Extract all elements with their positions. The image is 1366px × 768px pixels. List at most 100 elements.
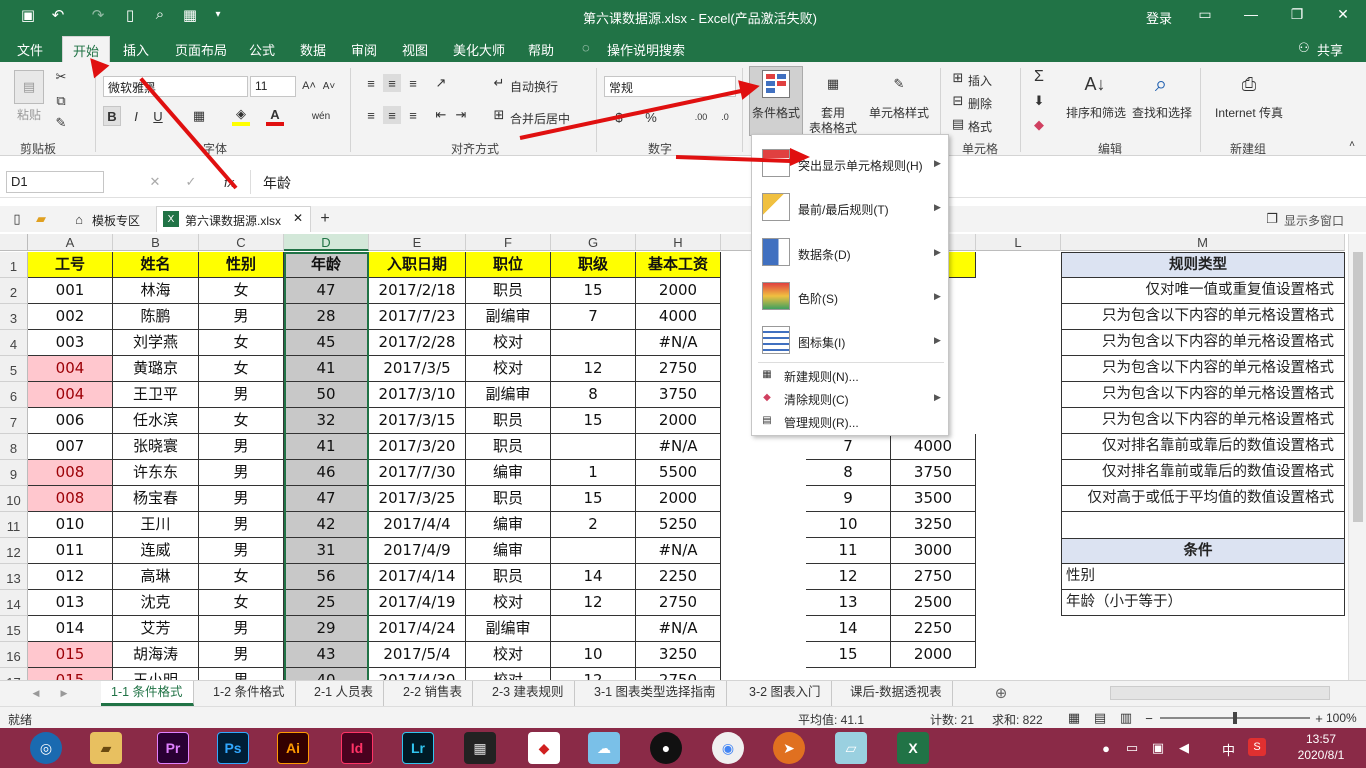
lookup-cell[interactable]: 3750 — [891, 460, 976, 486]
premiere-icon[interactable]: Pr — [157, 732, 189, 764]
table-cell[interactable]: 004 — [28, 382, 113, 408]
column-header-m[interactable]: M — [1061, 234, 1345, 251]
table-cell[interactable]: 职员 — [466, 564, 551, 590]
table-cell[interactable]: 004 — [28, 356, 113, 382]
table-cell[interactable]: 010 — [28, 512, 113, 538]
app-blue-icon[interactable]: ▱ — [835, 732, 867, 764]
table-cell[interactable]: 校对 — [466, 590, 551, 616]
table-cell[interactable]: 副编审 — [466, 304, 551, 330]
tray-display-icon[interactable]: ▣ — [1150, 740, 1166, 756]
row-header[interactable]: 6 — [0, 382, 28, 408]
decrease-indent-icon[interactable]: ⇤ — [432, 106, 450, 124]
vertical-scrollbar[interactable] — [1348, 234, 1366, 680]
menu-icon-sets[interactable]: 图标集(I) ▶ — [752, 322, 948, 360]
sheet-tab[interactable]: 1-1 条件格式 — [101, 681, 194, 706]
table-cell[interactable]: 2017/4/4 — [369, 512, 466, 538]
table-cell[interactable]: 006 — [28, 408, 113, 434]
decrease-decimal-icon[interactable]: .0 — [714, 108, 736, 126]
menu-page-layout[interactable]: 页面布局 — [175, 40, 227, 59]
rule-type-cell[interactable]: 仅对唯一值或重复值设置格式 — [1061, 278, 1345, 304]
zoom-level[interactable]: 100% — [1326, 711, 1357, 725]
table-cell[interactable]: 2017/3/20 — [369, 434, 466, 460]
lookup-cell[interactable]: 14 — [806, 616, 891, 642]
conditional-format-icon[interactable] — [762, 70, 790, 98]
find-select-button[interactable]: 查找和选择 — [1130, 104, 1194, 121]
sheet-tab[interactable]: 2-2 销售表 — [393, 681, 474, 706]
copy-icon[interactable]: ⧉ — [52, 92, 70, 110]
table-cell[interactable]: 王卫平 — [113, 382, 199, 408]
qq-icon[interactable]: ● — [650, 732, 682, 764]
rule-type-cell[interactable]: 只为包含以下内容的单元格设置格式 — [1061, 304, 1345, 330]
table-cell[interactable]: 008 — [28, 460, 113, 486]
illustrator-icon[interactable]: Ai — [277, 732, 309, 764]
vertical-scroll-thumb[interactable] — [1353, 252, 1363, 522]
paste-button[interactable]: 粘贴 — [14, 106, 44, 123]
table-cell[interactable]: 职员 — [466, 434, 551, 460]
table-cell[interactable]: 2017/3/25 — [369, 486, 466, 512]
table-cell[interactable]: 15 — [551, 278, 636, 304]
table-cell[interactable]: 013 — [28, 590, 113, 616]
row-header[interactable]: 13 — [0, 564, 28, 590]
table-cell[interactable]: 011 — [28, 538, 113, 564]
new-doc-icon[interactable]: ▯ — [8, 210, 26, 228]
tray-volume-icon[interactable]: ◀ — [1176, 740, 1192, 756]
video-editor-icon[interactable]: ▦ — [464, 732, 496, 764]
table-cell[interactable]: 15 — [551, 408, 636, 434]
condition-header[interactable]: 条件 — [1061, 538, 1345, 564]
header-cell[interactable]: 职位 — [466, 252, 551, 278]
table-cell[interactable]: 女 — [199, 564, 284, 590]
table-cell[interactable]: 沈克 — [113, 590, 199, 616]
file-explorer-icon[interactable]: ▰ — [90, 732, 122, 764]
rule-type-cell[interactable]: 只为包含以下内容的单元格设置格式 — [1061, 356, 1345, 382]
table-cell[interactable] — [551, 434, 636, 460]
table-cell[interactable]: 2750 — [636, 356, 721, 382]
format-cells-icon[interactable]: ▤ — [950, 116, 966, 132]
lookup-cell[interactable]: 2750 — [891, 564, 976, 590]
lookup-cell[interactable]: 12 — [806, 564, 891, 590]
open-folder-icon[interactable]: ▰ — [32, 210, 50, 228]
sheet-tab[interactable]: 3-2 图表入门 — [739, 681, 832, 706]
clock-date[interactable]: 2020/8/1 — [1290, 748, 1352, 762]
table-cell[interactable]: 校对 — [466, 356, 551, 382]
lookup-cell[interactable]: 3000 — [891, 538, 976, 564]
template-tab[interactable]: 模板专区 — [92, 212, 140, 229]
table-cell[interactable]: 4000 — [636, 304, 721, 330]
borders-icon[interactable]: ▦ — [190, 106, 208, 126]
print-preview-icon[interactable]: ⌕ — [150, 6, 170, 23]
format-as-table-icon[interactable]: ▦ — [818, 70, 848, 98]
table-cell[interactable]: 28 — [284, 304, 369, 330]
table-cell[interactable]: 2017/4/14 — [369, 564, 466, 590]
page-break-view-icon[interactable]: ▥ — [1118, 710, 1134, 726]
cell-styles-button[interactable]: 单元格样式 — [866, 104, 932, 121]
row-header[interactable]: 1 — [0, 252, 28, 278]
header-cell[interactable]: 基本工资 — [636, 252, 721, 278]
lightroom-icon[interactable]: Lr — [402, 732, 434, 764]
table-cell[interactable]: 3250 — [636, 642, 721, 668]
table-cell[interactable]: 8 — [551, 382, 636, 408]
increase-decimal-icon[interactable]: .00 — [690, 108, 712, 126]
menu-data-bars[interactable]: 数据条(D) ▶ — [752, 234, 948, 272]
condition-cell[interactable]: 年龄（小于等于） — [1061, 590, 1345, 616]
rule-type-cell[interactable]: 仅对高于或低于平均值的数值设置格式 — [1061, 486, 1345, 512]
clear-icon[interactable]: ◆ — [1030, 116, 1048, 134]
align-bottom-icon[interactable]: ≡ — [404, 74, 422, 92]
zoom-in-icon[interactable]: + — [1312, 710, 1326, 726]
merge-center-button[interactable]: 合并后居中 — [510, 110, 570, 127]
table-cell[interactable]: 女 — [199, 330, 284, 356]
lookup-cell[interactable]: 4000 — [891, 434, 976, 460]
sort-filter-button[interactable]: 排序和筛选 — [1064, 104, 1128, 121]
format-cells-button[interactable]: 格式 — [968, 118, 992, 135]
normal-view-icon[interactable]: ▦ — [1066, 710, 1082, 726]
table-cell[interactable]: 男 — [199, 668, 284, 680]
sheet-tab[interactable]: 1-2 条件格式 — [203, 681, 296, 706]
column-header-b[interactable]: B — [113, 234, 199, 251]
ribbon-display-options-icon[interactable]: ▭ — [1194, 6, 1216, 23]
browser-icon[interactable]: ◎ — [30, 732, 62, 764]
table-cell[interactable]: 5250 — [636, 512, 721, 538]
italic-button[interactable]: I — [127, 106, 145, 126]
new-file-icon[interactable]: ▯ — [120, 6, 140, 24]
menu-data[interactable]: 数据 — [300, 40, 326, 59]
table-cell[interactable]: 陈鹏 — [113, 304, 199, 330]
empty-cell[interactable] — [1061, 512, 1345, 538]
table-cell[interactable]: 副编审 — [466, 382, 551, 408]
